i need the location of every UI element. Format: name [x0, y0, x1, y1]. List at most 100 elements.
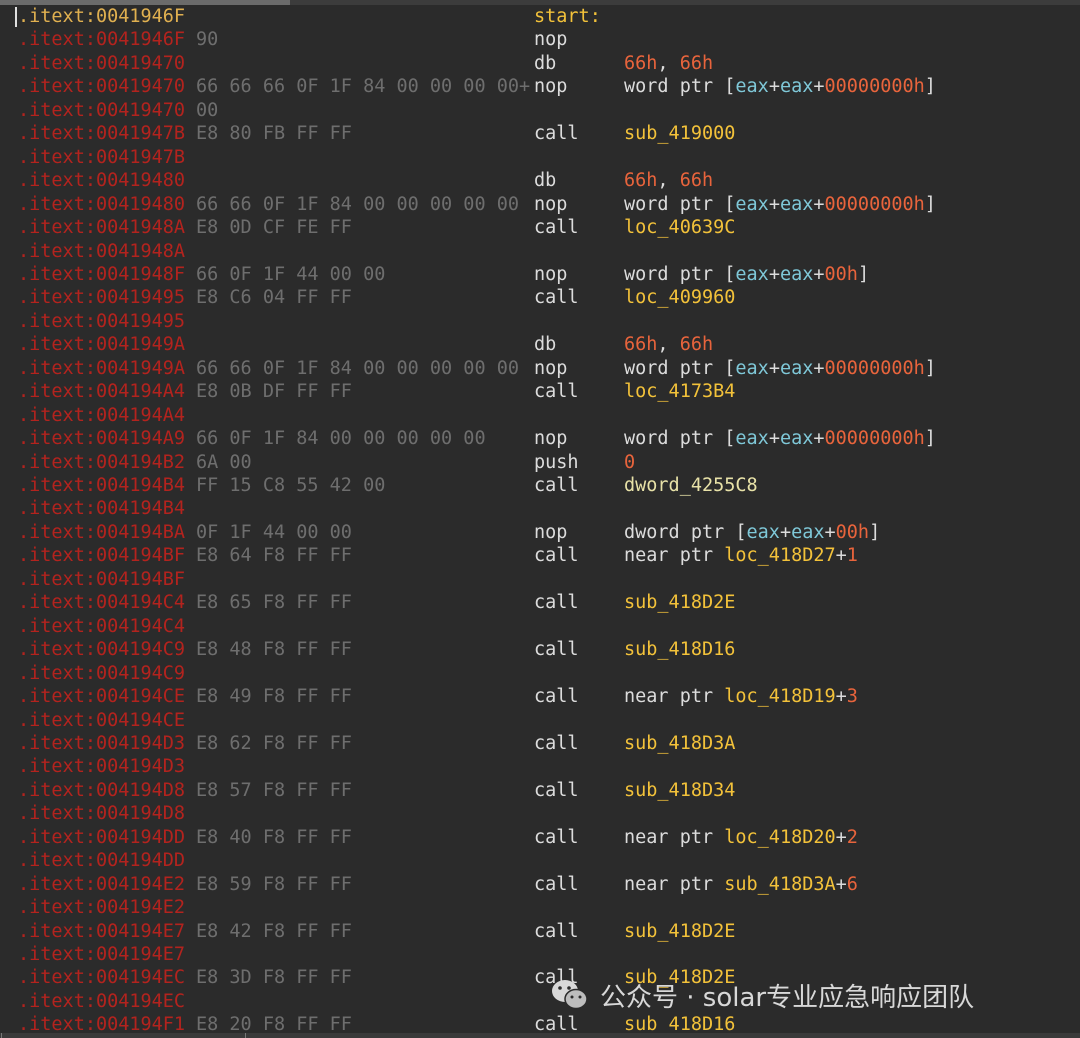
listing-row[interactable]: .itext:0041948A [0, 240, 1080, 263]
mnemonic[interactable]: call [534, 591, 579, 614]
disassembly-listing[interactable]: .itext:0041946F start: .itext:0041946F 90 no… [0, 5, 1080, 1035]
address[interactable]: .itext:0041947B [18, 146, 185, 169]
listing-row[interactable]: .itext:004194C9 E8 48 F8 FF FF call sub_418… [0, 638, 1080, 661]
operands[interactable]: sub_418D34 [624, 779, 735, 802]
mnemonic[interactable]: call [534, 638, 579, 661]
listing-row[interactable]: .itext:00419470 66 66 66 0F 1F 84 00 00 0… [0, 75, 1080, 98]
operands[interactable]: loc_4173B4 [624, 380, 735, 403]
operands[interactable]: word ptr [eax+eax+00h] [624, 263, 869, 286]
operands[interactable]: 0 [624, 451, 635, 474]
address[interactable]: .itext:004194BF [18, 568, 185, 591]
address[interactable]: .itext:004194CE [18, 709, 185, 732]
symbol-reference[interactable]: loc_418D27 [724, 545, 835, 566]
listing-row[interactable]: .itext:004194C4 [0, 615, 1080, 638]
operands[interactable]: 66h, 66h [624, 333, 713, 356]
symbol-reference[interactable]: sub_418D2E [624, 921, 735, 942]
listing-row[interactable]: .itext:004194E7 E8 42 F8 FF FF call sub_418… [0, 920, 1080, 943]
address[interactable]: .itext:00419480 [18, 193, 185, 216]
address[interactable]: .itext:004194E7 [18, 943, 185, 966]
operands[interactable]: word ptr [eax+eax+00000000h] [624, 357, 936, 380]
listing-row[interactable]: .itext:004194BA 0F 1F 44 00 00 nop dword pt… [0, 521, 1080, 544]
symbol-reference[interactable]: sub_419000 [624, 123, 735, 144]
address[interactable]: .itext:004194A9 [18, 427, 185, 450]
address[interactable]: .itext:004194E2 [18, 873, 185, 896]
address[interactable]: .itext:004194D3 [18, 755, 185, 778]
symbol-reference[interactable]: sub_418D2E [624, 592, 735, 613]
operands[interactable]: sub_418D2E [624, 920, 735, 943]
address[interactable]: .itext:004194B4 [18, 474, 185, 497]
mnemonic[interactable]: call [534, 286, 579, 309]
operands[interactable]: sub_418D2E [624, 591, 735, 614]
symbol-reference[interactable]: dword_4255C8 [624, 475, 758, 496]
listing-row[interactable]: .itext:004194B2 6A 00 push 0 [0, 451, 1080, 474]
listing-row[interactable]: .itext:004194D8 E8 57 F8 FF FF call sub_418… [0, 779, 1080, 802]
mnemonic[interactable]: call [534, 732, 579, 755]
mnemonic[interactable]: nop [534, 521, 567, 544]
symbol-reference[interactable]: sub_418D34 [624, 780, 735, 801]
address[interactable]: .itext:004194D8 [18, 802, 185, 825]
listing-row[interactable]: .itext:004194E7 [0, 943, 1080, 966]
address[interactable]: .itext:004194A4 [18, 404, 185, 427]
operands[interactable]: sub_418D3A [624, 732, 735, 755]
operands[interactable]: loc_40639C [624, 216, 735, 239]
symbol-reference[interactable]: loc_409960 [624, 287, 735, 308]
address[interactable]: .itext:004194DD [18, 826, 185, 849]
address[interactable]: .itext:004194D3 [18, 732, 185, 755]
mnemonic[interactable]: nop [534, 357, 567, 380]
mnemonic[interactable]: nop [534, 193, 567, 216]
listing-row[interactable]: .itext:004194D3 [0, 755, 1080, 778]
address[interactable]: .itext:00419480 [18, 169, 185, 192]
address[interactable]: .itext:0041947B [18, 122, 185, 145]
listing-row[interactable]: .itext:004194A4 E8 0B DF FF FF call loc_417… [0, 380, 1080, 403]
address[interactable]: .itext:004194C4 [18, 615, 185, 638]
address[interactable]: .itext:004194C9 [18, 638, 185, 661]
mnemonic[interactable]: nop [534, 427, 567, 450]
mnemonic[interactable]: nop [534, 263, 567, 286]
address[interactable]: .itext:00419470 [18, 52, 185, 75]
address[interactable]: .itext:004194EC [18, 990, 185, 1013]
listing-row[interactable]: .itext:004194CE E8 49 F8 FF FF call near pt… [0, 685, 1080, 708]
mnemonic[interactable]: call [534, 873, 579, 896]
listing-row[interactable]: .itext:004194A4 [0, 404, 1080, 427]
listing-row[interactable]: .itext:00419480 66 66 0F 1F 84 00 00 00 0… [0, 193, 1080, 216]
listing-row[interactable]: .itext:00419495 E8 C6 04 FF FF call loc_409… [0, 286, 1080, 309]
operands[interactable]: 66h, 66h [624, 52, 713, 75]
listing-row[interactable]: .itext:0041947B [0, 146, 1080, 169]
address[interactable]: .itext:004194E7 [18, 920, 185, 943]
symbol-reference[interactable]: sub_418D3A [724, 874, 835, 895]
address[interactable]: .itext:0041949A [18, 357, 185, 380]
listing-row[interactable]: .itext:0041946F 90 nop [0, 28, 1080, 51]
operands[interactable]: sub_419000 [624, 122, 735, 145]
operands[interactable]: near ptr sub_418D3A+6 [624, 873, 858, 896]
address[interactable]: .itext:00419470 [18, 99, 185, 122]
address[interactable]: .itext:004194CE [18, 685, 185, 708]
address[interactable]: .itext:004194DD [18, 849, 185, 872]
address[interactable]: .itext:0041948A [18, 240, 185, 263]
mnemonic[interactable]: nop [534, 28, 567, 51]
address[interactable]: .itext:004194B4 [18, 497, 185, 520]
operands[interactable]: loc_409960 [624, 286, 735, 309]
operands[interactable]: near ptr loc_418D20+2 [624, 826, 858, 849]
listing-row[interactable]: .itext:004194D8 [0, 802, 1080, 825]
mnemonic[interactable]: call [534, 779, 579, 802]
mnemonic[interactable]: nop [534, 75, 567, 98]
symbol-reference[interactable]: loc_418D19 [724, 686, 835, 707]
symbol-reference[interactable]: sub_418D16 [624, 639, 735, 660]
listing-row[interactable]: .itext:004194CE [0, 709, 1080, 732]
code-label[interactable]: start: [534, 5, 601, 28]
mnemonic[interactable]: call [534, 380, 579, 403]
listing-row[interactable]: .itext:004194BF E8 64 F8 FF FF call near pt… [0, 544, 1080, 567]
address[interactable]: .itext:00419495 [18, 310, 185, 333]
address[interactable]: .itext:004194C9 [18, 662, 185, 685]
address[interactable]: .itext:00419495 [18, 286, 185, 309]
operands[interactable]: dword_4255C8 [624, 474, 758, 497]
address[interactable]: .itext:004194D8 [18, 779, 185, 802]
listing-row[interactable]: .itext:004194D3 E8 62 F8 FF FF call sub_418… [0, 732, 1080, 755]
symbol-reference[interactable]: loc_4173B4 [624, 381, 735, 402]
mnemonic[interactable]: call [534, 216, 579, 239]
address[interactable]: .itext:004194BF [18, 544, 185, 567]
listing-row[interactable]: .itext:004194E2 E8 59 F8 FF FF call near pt… [0, 873, 1080, 896]
address[interactable]: .itext:0041948F [18, 263, 185, 286]
listing-row[interactable]: .itext:004194C9 [0, 662, 1080, 685]
operands[interactable]: sub_418D16 [624, 638, 735, 661]
